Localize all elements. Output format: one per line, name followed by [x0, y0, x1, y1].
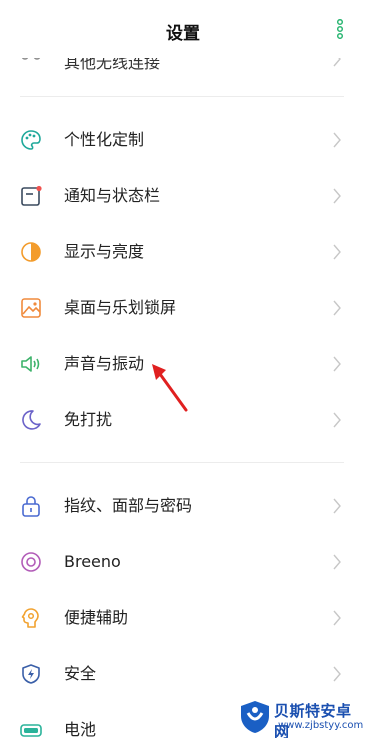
lock-icon: [22, 496, 40, 517]
annotation-arrow: [152, 364, 188, 412]
watermark-name: 贝斯特安卓网: [274, 702, 352, 738]
list-item-security[interactable]: 安全: [0, 646, 366, 702]
list-item-display-brightness[interactable]: 显示与亮度: [0, 224, 366, 280]
list-item-label: 显示与亮度: [64, 242, 145, 261]
list-item-fingerprint-face-password[interactable]: 指纹、面部与密码: [0, 478, 366, 534]
list-item-label: Breeno: [64, 552, 121, 571]
chevron-right-icon: [333, 666, 341, 682]
battery-icon: [20, 724, 42, 737]
chevron-right-icon: [333, 132, 341, 148]
list-item-label: 安全: [64, 664, 97, 683]
list-item-label: 桌面与乐划锁屏: [64, 298, 177, 317]
chevron-right-icon: [333, 188, 341, 204]
palette-icon: [21, 130, 41, 150]
list-item-label: 个性化定制: [64, 130, 145, 149]
shield-icon: [22, 664, 40, 684]
list-item-breeno[interactable]: Breeno: [0, 534, 366, 590]
chevron-right-icon: [333, 610, 341, 626]
wallpaper-icon: [21, 298, 41, 318]
watermark-logo-icon: [241, 701, 269, 733]
page-title: 设置: [166, 24, 200, 44]
list-item-convenience-assist[interactable]: 便捷辅助: [0, 590, 366, 646]
section-divider: [20, 96, 344, 97]
list-item-label: 电池: [64, 720, 97, 738]
chevron-right-icon: [333, 244, 341, 260]
brightness-icon: [21, 242, 41, 262]
list-item-label: 免打扰: [64, 410, 113, 429]
list-item-label: 声音与振动: [64, 354, 145, 373]
moon-icon: [22, 410, 41, 430]
app-header: 设置: [0, 0, 366, 58]
list-item-label: 通知与状态栏: [64, 186, 161, 205]
chevron-right-icon: [333, 498, 341, 514]
settings-screen: 其他无线连接 设置 个性化定制 通知与状态栏 显示与亮度 桌面与乐划锁屏 声音与…: [0, 0, 366, 738]
chevron-right-icon: [333, 300, 341, 316]
assist-icon: [21, 608, 39, 628]
section-divider: [20, 462, 344, 463]
chevron-right-icon: [333, 412, 341, 428]
watermark-url: www.zjbstyy.com: [278, 720, 364, 731]
notification-icon: [21, 185, 42, 206]
chevron-right-icon: [333, 554, 341, 570]
list-item-home-lockscreen[interactable]: 桌面与乐划锁屏: [0, 280, 366, 336]
list-item-label: 指纹、面部与密码: [64, 496, 193, 515]
more-vertical-icon[interactable]: [336, 19, 344, 39]
list-item-personalization[interactable]: 个性化定制: [0, 112, 366, 168]
chevron-right-icon: [333, 356, 341, 372]
speaker-icon: [21, 356, 40, 372]
list-item-notifications[interactable]: 通知与状态栏: [0, 168, 366, 224]
list-item-label: 便捷辅助: [64, 608, 129, 627]
breeno-icon: [21, 552, 41, 572]
site-watermark: 贝斯特安卓网 www.zjbstyy.com: [238, 697, 366, 738]
